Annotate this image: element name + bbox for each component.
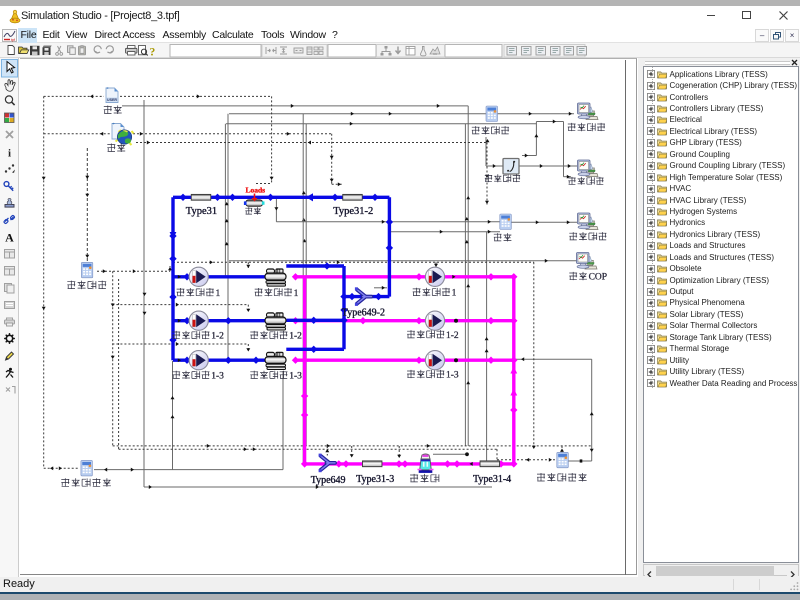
svg-text:1-3: 1-3 [289, 372, 302, 382]
svg-text:i: i [8, 148, 11, 160]
svg-text:1-2: 1-2 [289, 332, 302, 342]
svg-text:1-3: 1-3 [211, 372, 224, 382]
svg-text:1: 1 [216, 289, 221, 299]
svg-text:Type31-3: Type31-3 [356, 474, 394, 485]
svg-text:Type31-2: Type31-2 [333, 206, 373, 217]
svg-text:?: ? [150, 46, 156, 58]
svg-text:COP: COP [589, 273, 607, 283]
svg-text:1: 1 [452, 289, 457, 299]
svg-text:1-3: 1-3 [446, 371, 459, 381]
svg-text:1-2: 1-2 [211, 332, 224, 342]
svg-text:USER: USER [107, 98, 117, 102]
svg-text:ss: ss [433, 51, 437, 56]
svg-text:Loads: Loads [246, 185, 266, 194]
svg-text:1: 1 [294, 289, 299, 299]
svg-text:Type649-2: Type649-2 [342, 307, 385, 318]
svg-text:1-2: 1-2 [446, 331, 459, 341]
svg-text:Type31: Type31 [186, 206, 217, 217]
svg-text:Type31-4: Type31-4 [473, 474, 511, 485]
svg-text:A: A [5, 231, 14, 245]
svg-text:Type649: Type649 [311, 475, 346, 486]
